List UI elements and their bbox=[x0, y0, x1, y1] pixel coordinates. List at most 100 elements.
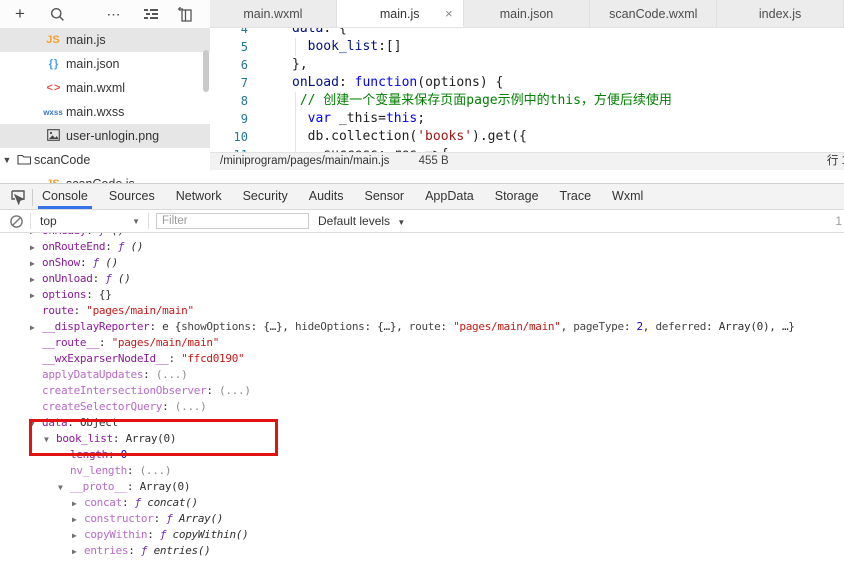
clear-console-icon[interactable] bbox=[9, 211, 25, 231]
indent-guide bbox=[295, 92, 296, 152]
devtools-tab-console[interactable]: Console bbox=[38, 184, 92, 210]
console-property-row[interactable]: length: 0 bbox=[0, 447, 844, 463]
console-property-row[interactable]: ▶ concat: ƒ concat() bbox=[0, 495, 844, 511]
file-tab-label: main.js bbox=[379, 7, 420, 21]
collapse-sidebar-icon[interactable] bbox=[173, 0, 197, 28]
file-tab-bar: main.wxml main.js × main.json scanCode.wxml i… bbox=[210, 0, 844, 28]
inspect-element-icon[interactable] bbox=[9, 189, 27, 207]
console-property-row[interactable]: __route__: "pages/main/main" bbox=[0, 335, 844, 351]
log-levels-label: Default levels bbox=[318, 214, 391, 228]
file-tree-sidebar: JS main.js { } main.json < > main.wxml wxss mai… bbox=[0, 28, 210, 183]
console-property-row[interactable]: ▶ onUnload: ƒ () bbox=[0, 271, 844, 287]
file-name: user-unlogin.png bbox=[66, 129, 160, 143]
log-levels-selector[interactable]: Default levels ▼ bbox=[318, 210, 406, 232]
console-property-row[interactable]: ▶ options: {} bbox=[0, 287, 844, 303]
devtools-tab-bar: Console Sources Network Security Audits Senso… bbox=[38, 184, 662, 210]
devtools-tab-appdata[interactable]: AppData bbox=[423, 184, 476, 210]
sidebar-scrollbar[interactable] bbox=[203, 50, 209, 92]
wxss-file-icon: wxss bbox=[43, 107, 63, 117]
collapse-arrow-icon[interactable]: ▼ bbox=[58, 480, 70, 495]
tree-file-main.wxss[interactable]: wxss main.wxss bbox=[0, 100, 210, 124]
code-text: book_list:[] bbox=[307, 39, 402, 54]
search-icon[interactable] bbox=[45, 0, 69, 28]
tree-file-main.json[interactable]: { } main.json bbox=[0, 52, 210, 76]
line-number: 6 bbox=[240, 58, 248, 72]
file-tab-index.js[interactable]: index.js bbox=[717, 0, 844, 27]
devtools-tab-network[interactable]: Network bbox=[174, 184, 224, 210]
expand-arrow-icon[interactable]: ▶ bbox=[72, 528, 84, 543]
file-name: main.js bbox=[66, 33, 106, 47]
console-property-row[interactable]: ▶ constructor: ƒ Array() bbox=[0, 511, 844, 527]
console-property-row[interactable]: ▶ __displayReporter: e {showOptions: {…},… bbox=[0, 319, 844, 335]
context-selector[interactable]: top ▼ bbox=[40, 210, 146, 232]
console-property-row[interactable]: applyDataUpdates: (...) bbox=[0, 367, 844, 383]
line-number: 9 bbox=[240, 112, 248, 126]
devtools-tab-trace[interactable]: Trace bbox=[558, 184, 594, 210]
code-line-9: 9 var _this=this; bbox=[210, 110, 844, 128]
console-filter-bar: top ▼ Default levels ▼ 1 bbox=[0, 210, 844, 233]
expand-arrow-icon[interactable]: ▶ bbox=[30, 272, 42, 287]
console-property-row[interactable]: createIntersectionObserver: (...) bbox=[0, 383, 844, 399]
chevron-down-icon[interactable]: ▼ bbox=[0, 155, 14, 165]
js-file-icon: JS bbox=[46, 34, 60, 46]
devtools-tab-storage[interactable]: Storage bbox=[493, 184, 541, 210]
collapse-arrow-icon[interactable]: ▼ bbox=[30, 416, 42, 431]
devtools-tab-wxml[interactable]: Wxml bbox=[610, 184, 645, 210]
tree-file-scanCode.js[interactable]: JSscanCode.js bbox=[0, 172, 210, 183]
code-editor[interactable]: 4 data: {5 book_list:[] 6}, 7 onLoad: functi… bbox=[210, 28, 844, 152]
collapse-arrow-icon[interactable]: ▼ bbox=[44, 432, 56, 447]
devtools-tab-audits[interactable]: Audits bbox=[307, 184, 346, 210]
console-output[interactable]: ▶onReady: ƒ ()▶onRouteEnd: ƒ ()▶onShow: … bbox=[0, 233, 844, 564]
file-tab-scanCode.wxml[interactable]: scanCode.wxml bbox=[590, 0, 718, 27]
file-tab-label: main.json bbox=[499, 7, 554, 21]
console-property-row[interactable]: ▼ book_list: Array(0) bbox=[0, 431, 844, 447]
add-icon[interactable]: + bbox=[8, 0, 32, 28]
context-selector-value: top bbox=[40, 214, 57, 228]
chevron-down-icon: ▼ bbox=[397, 218, 406, 227]
expand-arrow-icon[interactable]: ▶ bbox=[30, 256, 42, 271]
file-tab-main.json[interactable]: main.json bbox=[463, 0, 591, 27]
console-property-row[interactable]: createSelectorQuery: (...) bbox=[0, 399, 844, 415]
console-property-row[interactable]: ▶ onRouteEnd: ƒ () bbox=[0, 239, 844, 255]
console-property-row[interactable]: route: "pages/main/main" bbox=[0, 303, 844, 319]
chevron-down-icon: ▼ bbox=[132, 217, 140, 226]
tree-file-user-unlogin.png[interactable]: user-unlogin.png bbox=[0, 124, 210, 148]
expand-arrow-icon[interactable]: ▶ bbox=[72, 544, 84, 559]
file-tab-label: index.js bbox=[758, 7, 802, 21]
file-list-icon[interactable] bbox=[139, 0, 163, 28]
devtools-tab-security[interactable]: Security bbox=[241, 184, 290, 210]
toolbar-divider bbox=[32, 189, 33, 206]
console-property-row[interactable]: ▼ data: Object bbox=[0, 415, 844, 431]
devtools-toolbar: Console Sources Network Security Audits Senso… bbox=[0, 183, 844, 210]
editor-toolbar: + ⋯ bbox=[0, 0, 210, 28]
json-file-icon: { } bbox=[48, 58, 59, 70]
file-name: scanCode bbox=[34, 153, 91, 167]
more-icon[interactable]: ⋯ bbox=[102, 0, 126, 28]
expand-arrow-icon[interactable]: ▶ bbox=[72, 496, 84, 511]
file-tab-main.js[interactable]: main.js × bbox=[336, 0, 464, 27]
expand-arrow-icon[interactable]: ▶ bbox=[30, 240, 42, 255]
devtools-tab-sources[interactable]: Sources bbox=[107, 184, 157, 210]
console-property-row[interactable]: nv_length: (...) bbox=[0, 463, 844, 479]
line-number: 5 bbox=[240, 40, 248, 54]
devtools-tab-sensor[interactable]: Sensor bbox=[362, 184, 406, 210]
filter-divider bbox=[30, 213, 31, 229]
console-property-row[interactable]: ▼ __proto__: Array(0) bbox=[0, 479, 844, 495]
filter-input[interactable] bbox=[156, 213, 309, 229]
expand-arrow-icon[interactable]: ▶ bbox=[72, 512, 84, 527]
expand-arrow-icon[interactable]: ▶ bbox=[30, 288, 42, 303]
line-number: 8 bbox=[240, 94, 248, 108]
console-property-row[interactable]: ▶ copyWithin: ƒ copyWithin() bbox=[0, 527, 844, 543]
close-tab-icon[interactable]: × bbox=[445, 0, 453, 26]
console-property-row[interactable]: ▶ onShow: ƒ () bbox=[0, 255, 844, 271]
tree-folder-scanCode[interactable]: ▼ scanCode bbox=[0, 148, 210, 172]
code-text: // 创建一个变量来保存页面page示例中的this，方便后续使用 bbox=[299, 93, 672, 108]
console-property-row[interactable]: __wxExparserNodeId__: "ffcd0190" bbox=[0, 351, 844, 367]
console-property-row[interactable]: ▶ entries: ƒ entries() bbox=[0, 543, 844, 559]
tree-file-main.js[interactable]: JS main.js bbox=[0, 28, 210, 52]
expand-arrow-icon[interactable]: ▶ bbox=[30, 320, 42, 335]
line-number: 10 bbox=[233, 130, 248, 144]
filter-divider bbox=[148, 213, 149, 229]
file-tab-main.wxml[interactable]: main.wxml bbox=[210, 0, 337, 27]
tree-file-main.wxml[interactable]: < > main.wxml bbox=[0, 76, 210, 100]
